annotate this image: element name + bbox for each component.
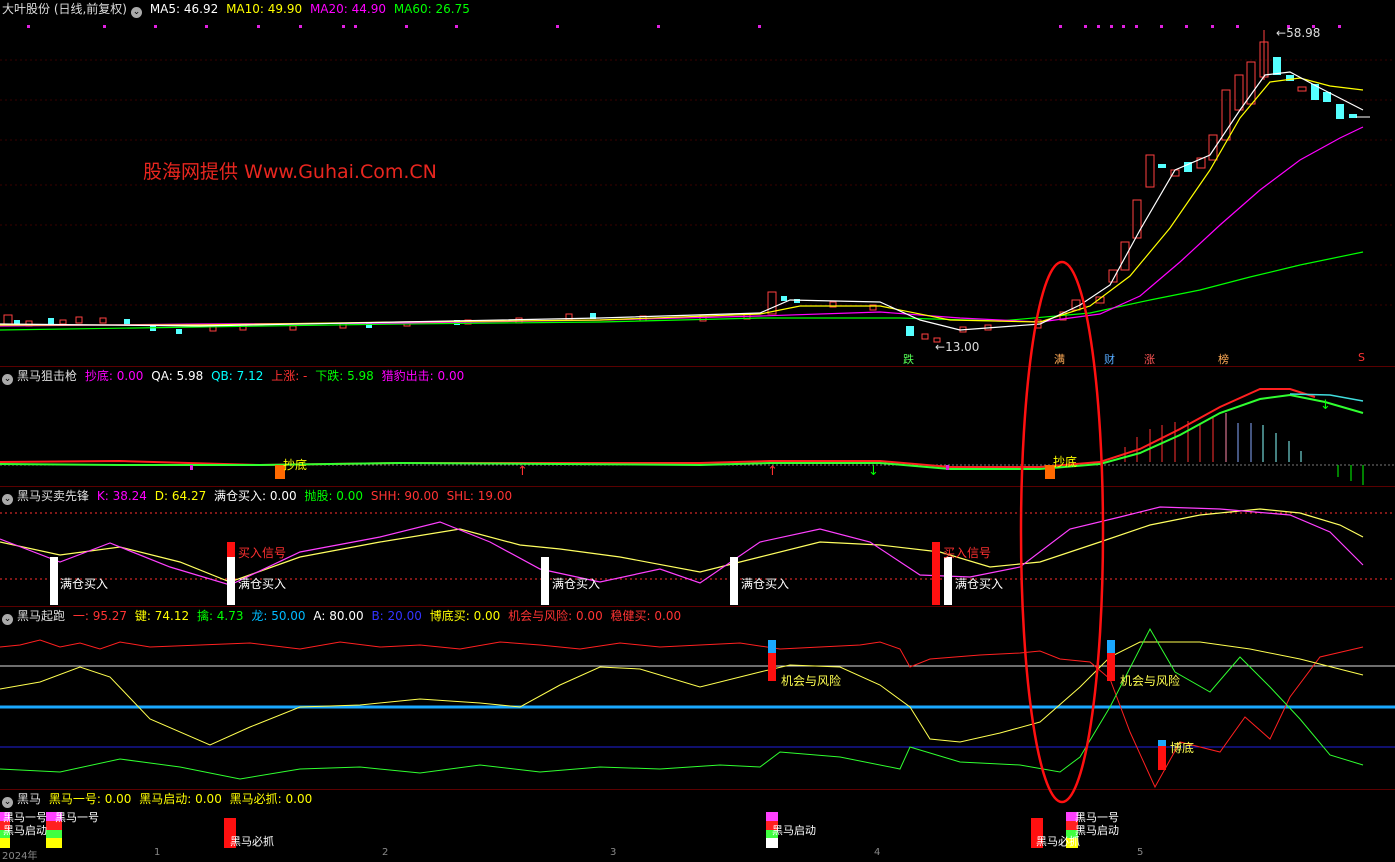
ma5-value: MA5: 46.92 — [149, 2, 219, 16]
x-label-month: 1 — [154, 847, 161, 858]
darkhorse-label[interactable]: 黑马一号 — [55, 809, 99, 825]
indicator-panel-pioneer[interactable]: ⌄ 黑马买卖先锋 K: 38.24 D: 64.27 满仓买入: 0.00 抛股:… — [0, 487, 1395, 607]
stock-title[interactable]: 大叶股份 (日线,前复权) — [2, 2, 127, 16]
param-yi: 一: 95.27 — [72, 609, 128, 623]
candles-flat — [3, 30, 1357, 343]
param-shh: SHH: 90.00 — [370, 489, 439, 503]
buy-signal-label[interactable]: 买入信号 — [238, 544, 286, 561]
buy-full-label[interactable]: 满仓买入 — [741, 575, 789, 592]
darkhorse-label[interactable]: 黑马启动 — [3, 822, 47, 838]
x-label-month: 4 — [874, 847, 881, 858]
param-paogu: 抛股: 0.00 — [304, 489, 364, 503]
indicator-panel-sniper[interactable]: ⌄ 黑马狙击枪 抄底: 0.00 QA: 5.98 QB: 7.12 上涨: - … — [0, 367, 1395, 487]
param-long: 龙: 50.00 — [251, 609, 306, 623]
chevron-down-icon[interactable]: ⌄ — [131, 7, 142, 18]
darkhorse-label[interactable]: 黑马启动 — [772, 822, 816, 838]
x-label-month: 5 — [1137, 847, 1144, 858]
sniper-title[interactable]: 黑马狙击枪 — [17, 369, 77, 383]
param-bodimai: 博底买: 0.00 — [429, 609, 501, 623]
signal-chaodi[interactable]: 抄底 — [1053, 453, 1077, 470]
event-tag-cai[interactable]: 财 — [1104, 351, 1115, 367]
start-title[interactable]: 黑马起跑 — [17, 609, 65, 623]
darkhorse-label[interactable]: 黑马启动 — [1075, 822, 1119, 838]
buy-full-label[interactable]: 满仓买入 — [955, 575, 1003, 592]
opportunity-risk-label[interactable]: 机会与风险 — [1120, 672, 1180, 689]
param-liebao: 猎豹出击: 0.00 — [381, 369, 465, 383]
param-heima-bizhua: 黑马必抓: 0.00 — [229, 792, 313, 806]
chevron-down-icon[interactable]: ⌄ — [2, 374, 13, 385]
chevron-down-icon[interactable]: ⌄ — [2, 494, 13, 505]
param-jihui: 机会与风险: 0.00 — [508, 609, 603, 623]
price-header: 大叶股份 (日线,前复权) ⌄ MA5: 46.92 MA10: 49.90 MA… — [0, 0, 474, 18]
buy-full-label[interactable]: 满仓买入 — [238, 575, 286, 592]
event-tag-s[interactable]: S — [1358, 351, 1365, 364]
chevron-down-icon[interactable]: ⌄ — [2, 614, 13, 625]
ma20-value: MA20: 44.90 — [309, 2, 386, 16]
param-chaodi: 抄底: 0.00 — [84, 369, 144, 383]
param-jian: 键: 74.12 — [134, 609, 190, 623]
param-heima-yihao: 黑马一号: 0.00 — [48, 792, 132, 806]
x-axis: 2024年 1 2 3 4 5 — [0, 847, 1395, 862]
param-mancang: 满仓买入: 0.00 — [214, 489, 297, 503]
sniper-chart[interactable]: ↑ ↑ ↓ ↓ — [0, 367, 1395, 487]
kd-lines — [0, 506, 1364, 586]
start-header: ⌄ 黑马起跑 一: 95.27 键: 74.12 擒: 4.73 龙: 50.00… — [0, 607, 685, 625]
pioneer-chart[interactable] — [0, 487, 1395, 607]
red-histogram — [1124, 413, 1364, 485]
param-b: B: 20.00 — [371, 609, 422, 623]
param-xiadie: 下跌: 5.98 — [315, 369, 374, 383]
svg-text:↓: ↓ — [1320, 398, 1331, 413]
indicator-panel-darkhorse[interactable]: ⌄ 黑马 黑马一号: 0.00 黑马启动: 0.00 黑马必抓: 0.00 黑马一… — [0, 790, 1395, 848]
param-qin: 擒: 4.73 — [196, 609, 244, 623]
buy-full-label[interactable]: 满仓买入 — [552, 575, 600, 592]
x-label-month: 2 — [382, 847, 389, 858]
buy-signal-label[interactable]: 买入信号 — [943, 544, 991, 561]
param-shl: SHL: 19.00 — [446, 489, 513, 503]
param-shangzhang: 上涨: - — [271, 369, 308, 383]
svg-text:↑: ↑ — [517, 464, 528, 479]
darkhorse-header: ⌄ 黑马 黑马一号: 0.00 黑马启动: 0.00 黑马必抓: 0.00 — [0, 790, 316, 808]
indicator-panel-start[interactable]: ⌄ 黑马起跑 一: 95.27 键: 74.12 擒: 4.73 龙: 50.00… — [0, 607, 1395, 790]
pioneer-title[interactable]: 黑马买卖先锋 — [17, 489, 89, 503]
x-label-month: 3 — [610, 847, 617, 858]
event-tag-die[interactable]: 跌 — [903, 351, 914, 367]
darkhorse-label[interactable]: 黑马必抓 — [230, 833, 274, 849]
param-heima-qidong: 黑马启动: 0.00 — [139, 792, 222, 806]
price-panel[interactable]: 大叶股份 (日线,前复权) ⌄ MA5: 46.92 MA10: 49.90 MA… — [0, 0, 1395, 367]
watermark-text: 股海网提供 Www.Guhai.Com.CN — [143, 161, 437, 183]
sniper-lines — [0, 388, 1364, 470]
event-tag-bang[interactable]: 榜 — [1218, 351, 1229, 367]
full-position-bars — [50, 542, 952, 605]
darkhorse-bars — [0, 812, 1078, 848]
ma-lines — [0, 71, 1364, 331]
param-d: D: 64.27 — [154, 489, 207, 503]
high-price-label: ←58.98 — [1276, 26, 1321, 40]
param-k: K: 38.24 — [96, 489, 147, 503]
x-label-year: 2024年 — [2, 851, 38, 862]
buy-full-label[interactable]: 满仓买入 — [60, 575, 108, 592]
bottom-buy-label[interactable]: 博底 — [1170, 739, 1194, 756]
param-wenjian: 稳健买: 0.00 — [610, 609, 682, 623]
sniper-header: ⌄ 黑马狙击枪 抄底: 0.00 QA: 5.98 QB: 7.12 上涨: - … — [0, 367, 468, 385]
ma60-value: MA60: 26.75 — [393, 2, 470, 16]
low-price-label: ←13.00 — [935, 340, 980, 354]
darkhorse-label[interactable]: 黑马必抓 — [1036, 833, 1080, 849]
opportunity-risk-label[interactable]: 机会与风险 — [781, 672, 841, 689]
svg-text:↑: ↑ — [767, 464, 778, 479]
event-tag-man[interactable]: 满 — [1054, 351, 1065, 367]
signal-dots — [27, 25, 1341, 28]
darkhorse-title[interactable]: 黑马 — [17, 792, 41, 806]
ma10-value: MA10: 49.90 — [226, 2, 303, 16]
risk-markers — [768, 640, 1166, 770]
param-a: A: 80.00 — [313, 609, 364, 623]
svg-text:↓: ↓ — [868, 464, 879, 479]
event-tag-zhang[interactable]: 涨 — [1144, 351, 1155, 367]
param-qb: QB: 7.12 — [211, 369, 264, 383]
chevron-down-icon[interactable]: ⌄ — [2, 797, 13, 808]
start-chart[interactable] — [0, 607, 1395, 790]
signal-chaodi[interactable]: 抄底 — [283, 456, 307, 473]
pioneer-header: ⌄ 黑马买卖先锋 K: 38.24 D: 64.27 满仓买入: 0.00 抛股:… — [0, 487, 516, 505]
param-qa: QA: 5.98 — [151, 369, 204, 383]
